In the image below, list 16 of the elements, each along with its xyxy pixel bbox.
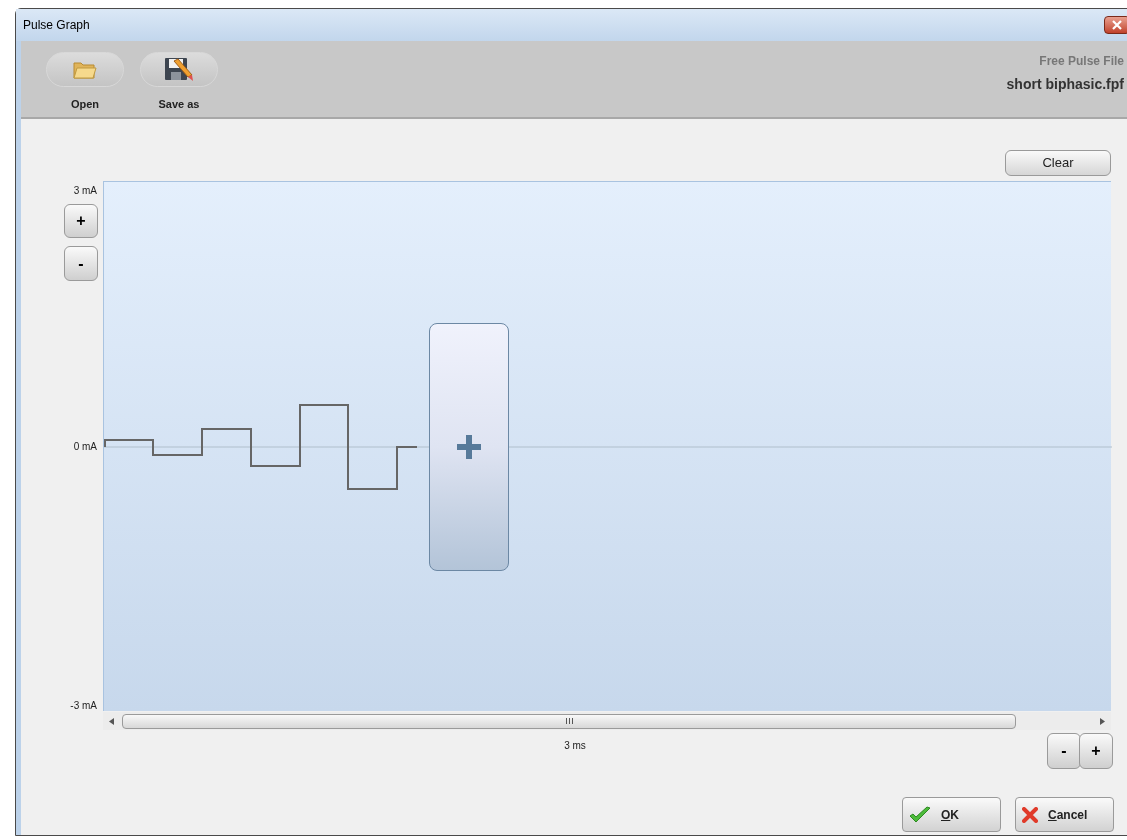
file-caption: Free Pulse File: [1039, 53, 1124, 70]
zoom-out-button[interactable]: -: [64, 246, 98, 281]
axis-label: -3 mA: [70, 699, 97, 713]
ok-button[interactable]: OK: [902, 797, 1001, 832]
cancel-button[interactable]: Cancel: [1015, 797, 1114, 832]
axis-label: 3 ms: [564, 739, 586, 753]
toolbar-label: Save as: [158, 97, 200, 112]
axis-label: 0 mA: [73, 440, 97, 454]
window-title: Pulse Graph: [23, 17, 90, 34]
zoom-in-button[interactable]: +: [64, 204, 98, 238]
zoom-in-button[interactable]: +: [1079, 733, 1113, 769]
toolbar-label: Open: [70, 97, 100, 112]
zoom-out-button[interactable]: -: [1047, 733, 1081, 769]
clear-button[interactable]: Clear: [1005, 150, 1111, 176]
file-name: short biphasic.fpf: [1006, 75, 1124, 94]
axis-label: 3 mA: [73, 184, 97, 198]
